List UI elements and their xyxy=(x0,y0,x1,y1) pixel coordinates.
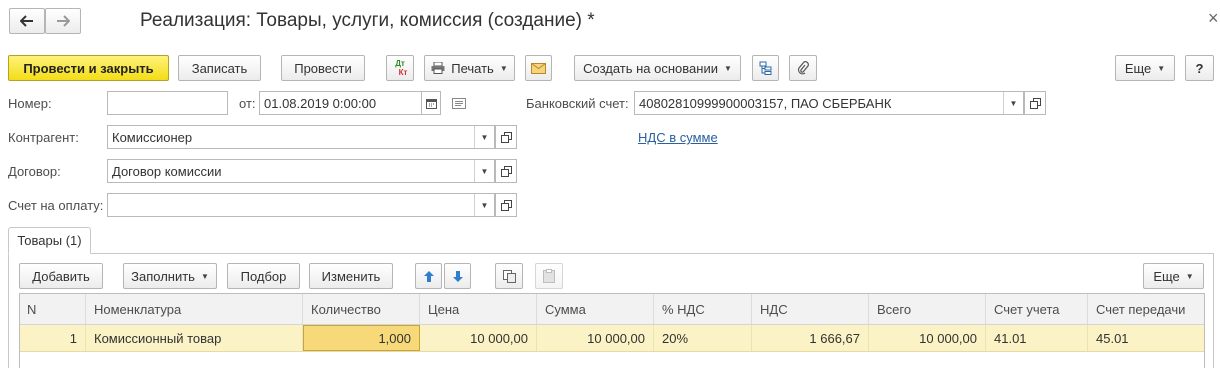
arrow-right-icon xyxy=(57,15,70,27)
forward-button[interactable] xyxy=(45,8,81,34)
paperclip-icon xyxy=(797,61,809,75)
date-label: от: xyxy=(239,96,256,111)
bank-account-field[interactable]: 40802810999900003157, ПАО СБЕРБАНК xyxy=(634,91,1024,115)
move-down-button[interactable] xyxy=(444,263,471,289)
column-header[interactable]: Сумма xyxy=(537,294,654,324)
more-button[interactable]: Еще ▼ xyxy=(1115,55,1175,81)
vat-cell[interactable]: 1 666,67 xyxy=(752,325,869,351)
amount-cell[interactable]: 10 000,00 xyxy=(537,325,654,351)
column-header[interactable]: НДС xyxy=(752,294,869,324)
bank-account-open-button[interactable] xyxy=(1024,91,1046,115)
chevron-down-icon: ▼ xyxy=(1157,63,1166,73)
column-header[interactable]: Счет учета xyxy=(986,294,1088,324)
arrow-left-icon xyxy=(20,15,33,27)
invoice-label: Счет на оплату: xyxy=(8,198,104,213)
copy-row-button[interactable] xyxy=(495,263,523,289)
date-field[interactable]: 01.08.2019 0:00:00 xyxy=(259,91,441,115)
number-label: Номер: xyxy=(8,96,52,111)
dt-kt-button[interactable]: Дт Кт xyxy=(386,55,414,81)
add-row-button[interactable]: Добавить xyxy=(19,263,103,289)
arrow-up-icon xyxy=(423,270,434,282)
counterparty-dropdown[interactable]: ▼ xyxy=(474,126,494,148)
contract-dropdown[interactable]: ▼ xyxy=(474,160,494,182)
nomenclature-cell[interactable]: Комиссионный товар xyxy=(86,325,303,351)
tab-goods-label: Товары (1) xyxy=(17,233,82,248)
table-header: N Номенклатура Количество Цена Сумма % Н… xyxy=(19,293,1204,325)
hierarchy-icon xyxy=(759,61,771,75)
post-button[interactable]: Провести xyxy=(281,55,365,81)
counterparty-label: Контрагент: xyxy=(8,130,79,145)
print-label: Печать xyxy=(451,60,494,76)
chevron-down-icon: ▼ xyxy=(499,63,508,73)
chevron-down-icon: ▼ xyxy=(200,271,209,281)
open-form-icon xyxy=(1029,97,1041,109)
counterparty-open-button[interactable] xyxy=(495,125,517,149)
save-button[interactable]: Записать xyxy=(178,55,261,81)
table-more-button[interactable]: Еще ▼ xyxy=(1143,263,1204,289)
fill-label: Заполнить xyxy=(131,268,195,284)
arrow-down-icon xyxy=(452,270,463,282)
calendar-icon xyxy=(425,98,437,109)
email-button[interactable] xyxy=(525,55,552,81)
copy-icon xyxy=(502,269,516,283)
number-field[interactable] xyxy=(107,91,228,115)
paste-button[interactable] xyxy=(535,263,563,289)
invoice-dropdown[interactable]: ▼ xyxy=(474,194,494,216)
pick-button[interactable]: Подбор xyxy=(227,263,300,289)
contract-label: Договор: xyxy=(8,164,61,179)
help-button[interactable]: ? xyxy=(1185,55,1214,81)
open-form-icon xyxy=(500,165,512,177)
print-button[interactable]: Печать ▼ xyxy=(424,55,515,81)
change-button[interactable]: Изменить xyxy=(309,263,393,289)
post-and-close-button[interactable]: Провести и закрыть xyxy=(8,55,169,81)
printer-icon xyxy=(431,62,445,74)
price-cell[interactable]: 10 000,00 xyxy=(420,325,537,351)
window-title: Реализация: Товары, услуги, комиссия (со… xyxy=(140,10,595,31)
chevron-down-icon: ▼ xyxy=(1185,271,1194,281)
bank-account-label: Банковский счет: xyxy=(526,96,629,111)
total-cell[interactable]: 10 000,00 xyxy=(869,325,986,351)
close-icon[interactable]: × xyxy=(1208,8,1219,29)
create-based-on-label: Создать на основании xyxy=(583,60,718,76)
column-header[interactable]: Всего xyxy=(869,294,986,324)
row-number-cell[interactable]: 1 xyxy=(19,325,86,351)
fill-button[interactable]: Заполнить ▼ xyxy=(123,263,217,289)
column-header[interactable]: Счет передачи xyxy=(1088,294,1204,324)
transfer-account-cell[interactable]: 45.01 xyxy=(1088,325,1204,351)
more-label: Еще xyxy=(1124,60,1152,76)
invoice-field[interactable] xyxy=(107,193,495,217)
envelope-icon xyxy=(531,62,546,74)
dt-label: Дт xyxy=(395,59,405,68)
open-form-icon xyxy=(500,199,512,211)
column-header[interactable]: % НДС xyxy=(654,294,752,324)
comment-icon[interactable] xyxy=(452,97,466,112)
column-header[interactable]: Количество xyxy=(303,294,420,324)
column-header[interactable]: Цена xyxy=(420,294,537,324)
clipboard-icon xyxy=(543,269,555,283)
contract-open-button[interactable] xyxy=(495,159,517,183)
open-form-icon xyxy=(500,131,512,143)
vat-rate-cell[interactable]: 20% xyxy=(654,325,752,351)
structure-button[interactable] xyxy=(752,55,779,81)
counterparty-field[interactable]: Комиссионер xyxy=(107,125,495,149)
move-up-button[interactable] xyxy=(415,263,442,289)
column-header[interactable]: N xyxy=(19,294,86,324)
invoice-open-button[interactable] xyxy=(495,193,517,217)
column-header[interactable]: Номенклатура xyxy=(86,294,303,324)
quantity-cell[interactable]: 1,000 xyxy=(303,325,420,351)
table-more-label: Еще xyxy=(1153,268,1180,284)
kt-label: Кт xyxy=(398,68,408,77)
calendar-button[interactable] xyxy=(421,91,441,115)
create-based-on-button[interactable]: Создать на основании ▼ xyxy=(574,55,741,81)
account-cell[interactable]: 41.01 xyxy=(986,325,1088,351)
bank-account-dropdown[interactable]: ▼ xyxy=(1003,92,1023,114)
vat-in-amount-link[interactable]: НДС в сумме xyxy=(638,130,718,145)
table-row[interactable]: 1 Комиссионный товар 1,000 10 000,00 10 … xyxy=(19,325,1204,352)
contract-field[interactable]: Договор комиссии xyxy=(107,159,495,183)
back-button[interactable] xyxy=(9,8,45,34)
tab-goods[interactable]: Товары (1) xyxy=(8,227,91,254)
attach-button[interactable] xyxy=(789,55,817,81)
chevron-down-icon: ▼ xyxy=(723,63,732,73)
